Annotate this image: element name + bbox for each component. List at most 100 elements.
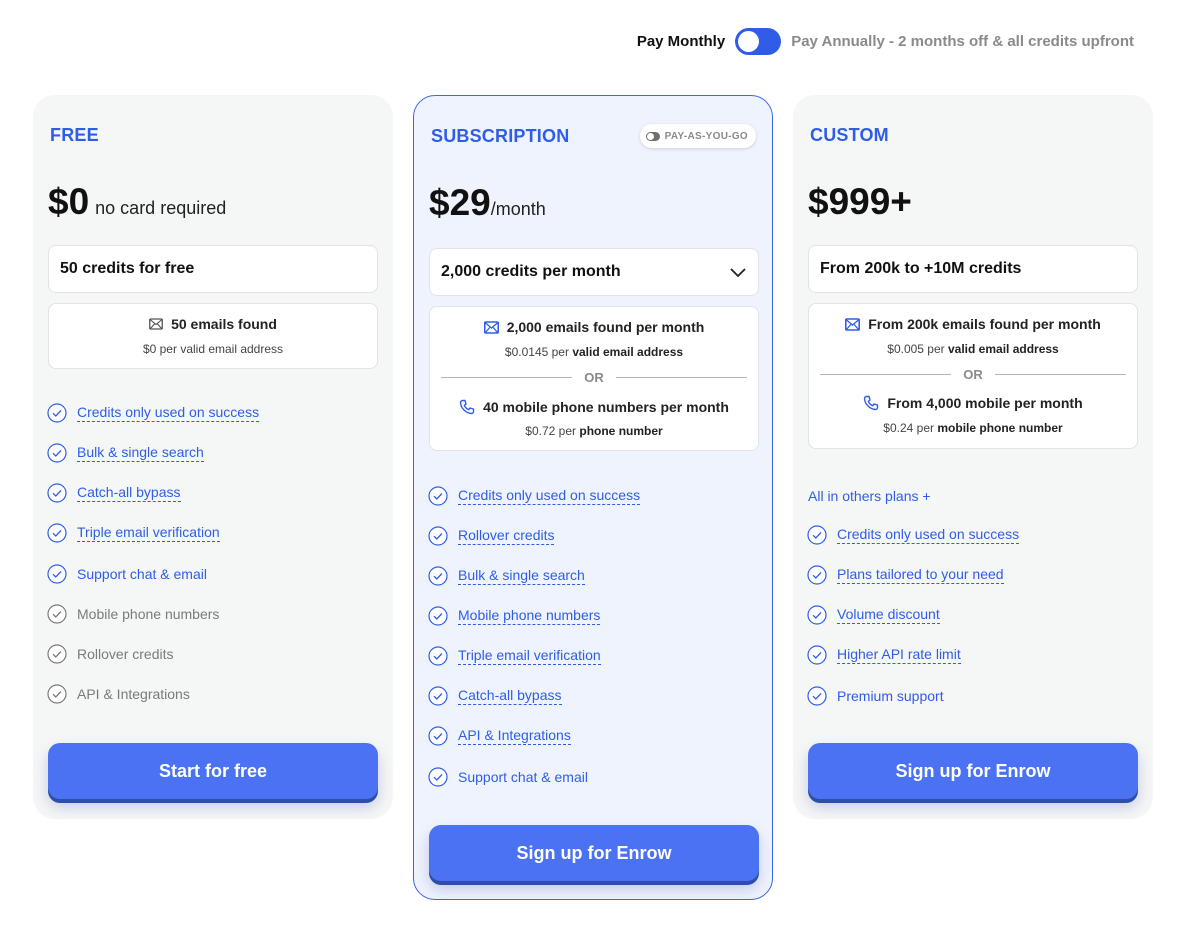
credits-label: From 200k to +10M credits (820, 260, 1022, 277)
check-circle-icon (428, 566, 448, 586)
check-circle-icon (428, 606, 448, 626)
feature-label[interactable]: Triple email verification (77, 524, 220, 542)
emails-price-text: $0.0145 per (504, 345, 569, 359)
check-circle-icon (807, 525, 827, 545)
feature-label[interactable]: Credits only used on success (77, 404, 260, 422)
feature-label: Rollover credits (77, 646, 174, 662)
feature-label[interactable]: Credits only used on success (837, 526, 1020, 544)
emails-row: From 200k emails found per month (809, 316, 1137, 332)
credit-details: 50 emails found $0 per valid email addre… (48, 303, 378, 369)
feature-item: Triple email verification (47, 523, 220, 543)
check-circle-icon (47, 564, 67, 584)
feature-label[interactable]: Rollover credits (458, 527, 555, 545)
check-circle-icon (807, 605, 827, 625)
feature-item: Support chat & email (428, 767, 588, 787)
check-circle-icon (47, 604, 67, 624)
feature-item: Catch-all bypass (428, 686, 562, 706)
check-circle-icon (428, 646, 448, 666)
or-label: OR (963, 367, 983, 382)
or-divider: OR (441, 370, 747, 385)
credit-details: From 200k emails found per month $0.005 … (808, 303, 1138, 449)
phones-unit-text: phone number (579, 424, 663, 438)
feature-label[interactable]: Triple email verification (458, 647, 601, 665)
phones-price-row: $0.72 per phone number (430, 424, 758, 438)
credits-label: 2,000 credits per month (441, 263, 621, 280)
feature-item: Volume discount (807, 605, 940, 625)
feature-label[interactable]: Plans tailored to your need (837, 566, 1004, 584)
feature-label[interactable]: Catch-all bypass (77, 484, 181, 502)
feature-label: Support chat & email (458, 769, 588, 785)
credits-select[interactable]: 2,000 credits per month (429, 248, 759, 296)
feature-item: Credits only used on success (807, 525, 1020, 545)
feature-item: Catch-all bypass (47, 483, 181, 503)
emails-row: 2,000 emails found per month (430, 319, 758, 335)
feature-label: Support chat & email (77, 566, 207, 582)
feature-label[interactable]: Bulk & single search (77, 444, 204, 462)
toggle-knob (738, 31, 760, 52)
phones-price-row: $0.24 per mobile phone number (809, 421, 1137, 435)
plan-name: CUSTOM (810, 125, 889, 145)
feature-item-unavailable: Mobile phone numbers (47, 604, 219, 624)
check-circle-icon (807, 686, 827, 706)
phones-price-text: $0.72 per (525, 424, 577, 438)
phones-found-text: From 4,000 mobile per month (887, 395, 1083, 411)
feature-label[interactable]: Volume discount (837, 606, 940, 624)
toggle-icon (645, 131, 660, 141)
emails-price-row: $0.005 per valid email address (809, 342, 1137, 356)
or-label: OR (584, 370, 604, 385)
feature-label: API & Integrations (77, 686, 190, 702)
emails-price-row: $0.0145 per valid email address (430, 345, 758, 359)
feature-item: Credits only used on success (428, 486, 641, 506)
plan-name: SUBSCRIPTION (431, 126, 570, 146)
check-circle-icon (47, 403, 67, 423)
check-circle-icon (428, 767, 448, 787)
check-circle-icon (807, 565, 827, 585)
pay-as-you-go-toggle[interactable]: PAY-AS-YOU-GO (639, 124, 756, 148)
feature-item: Rollover credits (428, 526, 555, 546)
credits-box: From 200k to +10M credits (808, 245, 1138, 293)
price-amount: $999+ (808, 181, 912, 222)
feature-item: Credits only used on success (47, 403, 260, 423)
start-for-free-button[interactable]: Start for free (48, 743, 378, 799)
emails-price-text: $0.005 per (887, 342, 945, 356)
phone-icon (864, 395, 879, 411)
feature-item: API & Integrations (428, 726, 571, 746)
feature-label[interactable]: Credits only used on success (458, 487, 641, 505)
plan-name: FREE (50, 125, 99, 145)
plan-card-free: FREE $0 no card required 50 credits for … (33, 95, 393, 819)
pay-monthly-label[interactable]: Pay Monthly (637, 33, 725, 50)
plan-card-custom: CUSTOM $999+ From 200k to +10M credits F… (793, 95, 1153, 819)
feature-label[interactable]: Catch-all bypass (458, 687, 562, 705)
pay-annually-label[interactable]: Pay Annually - 2 months off & all credit… (791, 33, 1134, 50)
check-circle-icon (807, 645, 827, 665)
phones-unit-text: mobile phone number (937, 421, 1063, 435)
emails-price-text: $0 per valid email address (142, 342, 284, 356)
feature-label[interactable]: API & Integrations (458, 727, 571, 745)
credits-label: 50 credits for free (60, 260, 195, 277)
check-circle-icon (428, 686, 448, 706)
price-amount: $0 (48, 181, 90, 222)
billing-period-toggle[interactable] (735, 28, 782, 55)
price-suffix: no card required (95, 198, 227, 218)
feature-item: Higher API rate limit (807, 645, 961, 665)
sign-up-button[interactable]: Sign up for Enrow (429, 825, 759, 881)
feature-item-unavailable: API & Integrations (47, 684, 190, 704)
check-circle-icon (47, 483, 67, 503)
feature-label[interactable]: Bulk & single search (458, 567, 585, 585)
plan-card-subscription: SUBSCRIPTION PAY-AS-YOU-GO $29 /month 2,… (413, 95, 773, 900)
phones-found-text: 40 mobile phone numbers per month (483, 399, 729, 415)
plan-price: $0 no card required (48, 181, 226, 223)
credit-details: 2,000 emails found per month $0.0145 per… (429, 306, 759, 451)
emails-found-text: 2,000 emails found per month (506, 319, 705, 335)
feature-label[interactable]: Higher API rate limit (837, 646, 961, 664)
feature-label: Mobile phone numbers (77, 606, 220, 622)
check-circle-icon (428, 726, 448, 746)
chevron-down-icon (730, 268, 746, 278)
check-circle-icon (47, 443, 67, 463)
check-circle-icon (47, 523, 67, 543)
pay-as-you-go-label: PAY-AS-YOU-GO (664, 130, 748, 142)
price-suffix: /month (490, 199, 546, 219)
sign-up-button[interactable]: Sign up for Enrow (808, 743, 1138, 799)
feature-label[interactable]: Mobile phone numbers (458, 607, 601, 625)
feature-item-unavailable: Rollover credits (47, 644, 173, 664)
